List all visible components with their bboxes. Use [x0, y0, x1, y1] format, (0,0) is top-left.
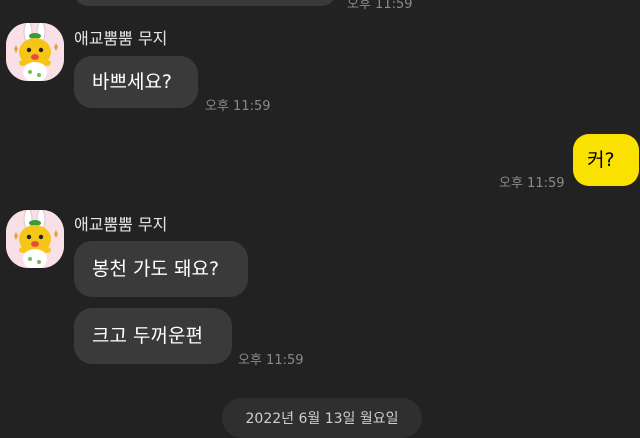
chat-area: 오후 11:59 애교뿜뿜 무지 바쁘세요? 오후 11:59 오후 11:59… — [0, 0, 640, 438]
message-bubble[interactable]: 봉천 가도 돼요? — [74, 241, 248, 297]
my-message-bubble[interactable]: 커? — [573, 134, 639, 186]
message-time-previous: 오후 11:59 — [347, 0, 413, 12]
message-text: 바쁘세요? — [92, 70, 173, 93]
message-text: 크고 두꺼운편 — [92, 324, 203, 347]
message-text: 봉천 가도 돼요? — [92, 257, 220, 280]
message-bubble[interactable]: 크고 두꺼운편 — [74, 308, 232, 364]
message-time: 오후 11:59 — [238, 353, 304, 368]
sender-name: 애교뿜뿜 무지 — [74, 29, 168, 48]
date-divider-label: 2022년 6월 13일 월요일 — [245, 411, 399, 427]
avatar[interactable] — [6, 210, 64, 268]
muzi-rabbit-icon — [6, 23, 64, 81]
message-text: 커? — [587, 148, 615, 171]
message-time: 오후 11:59 — [205, 99, 271, 114]
sender-name: 애교뿜뿜 무지 — [74, 215, 168, 234]
message-time-mine: 오후 11:59 — [499, 176, 565, 191]
date-divider: 2022년 6월 13일 월요일 — [222, 398, 422, 438]
avatar[interactable] — [6, 23, 64, 81]
muzi-rabbit-icon — [6, 210, 64, 268]
message-bubble-previous[interactable] — [74, 0, 336, 6]
message-bubble[interactable]: 바쁘세요? — [74, 56, 198, 108]
